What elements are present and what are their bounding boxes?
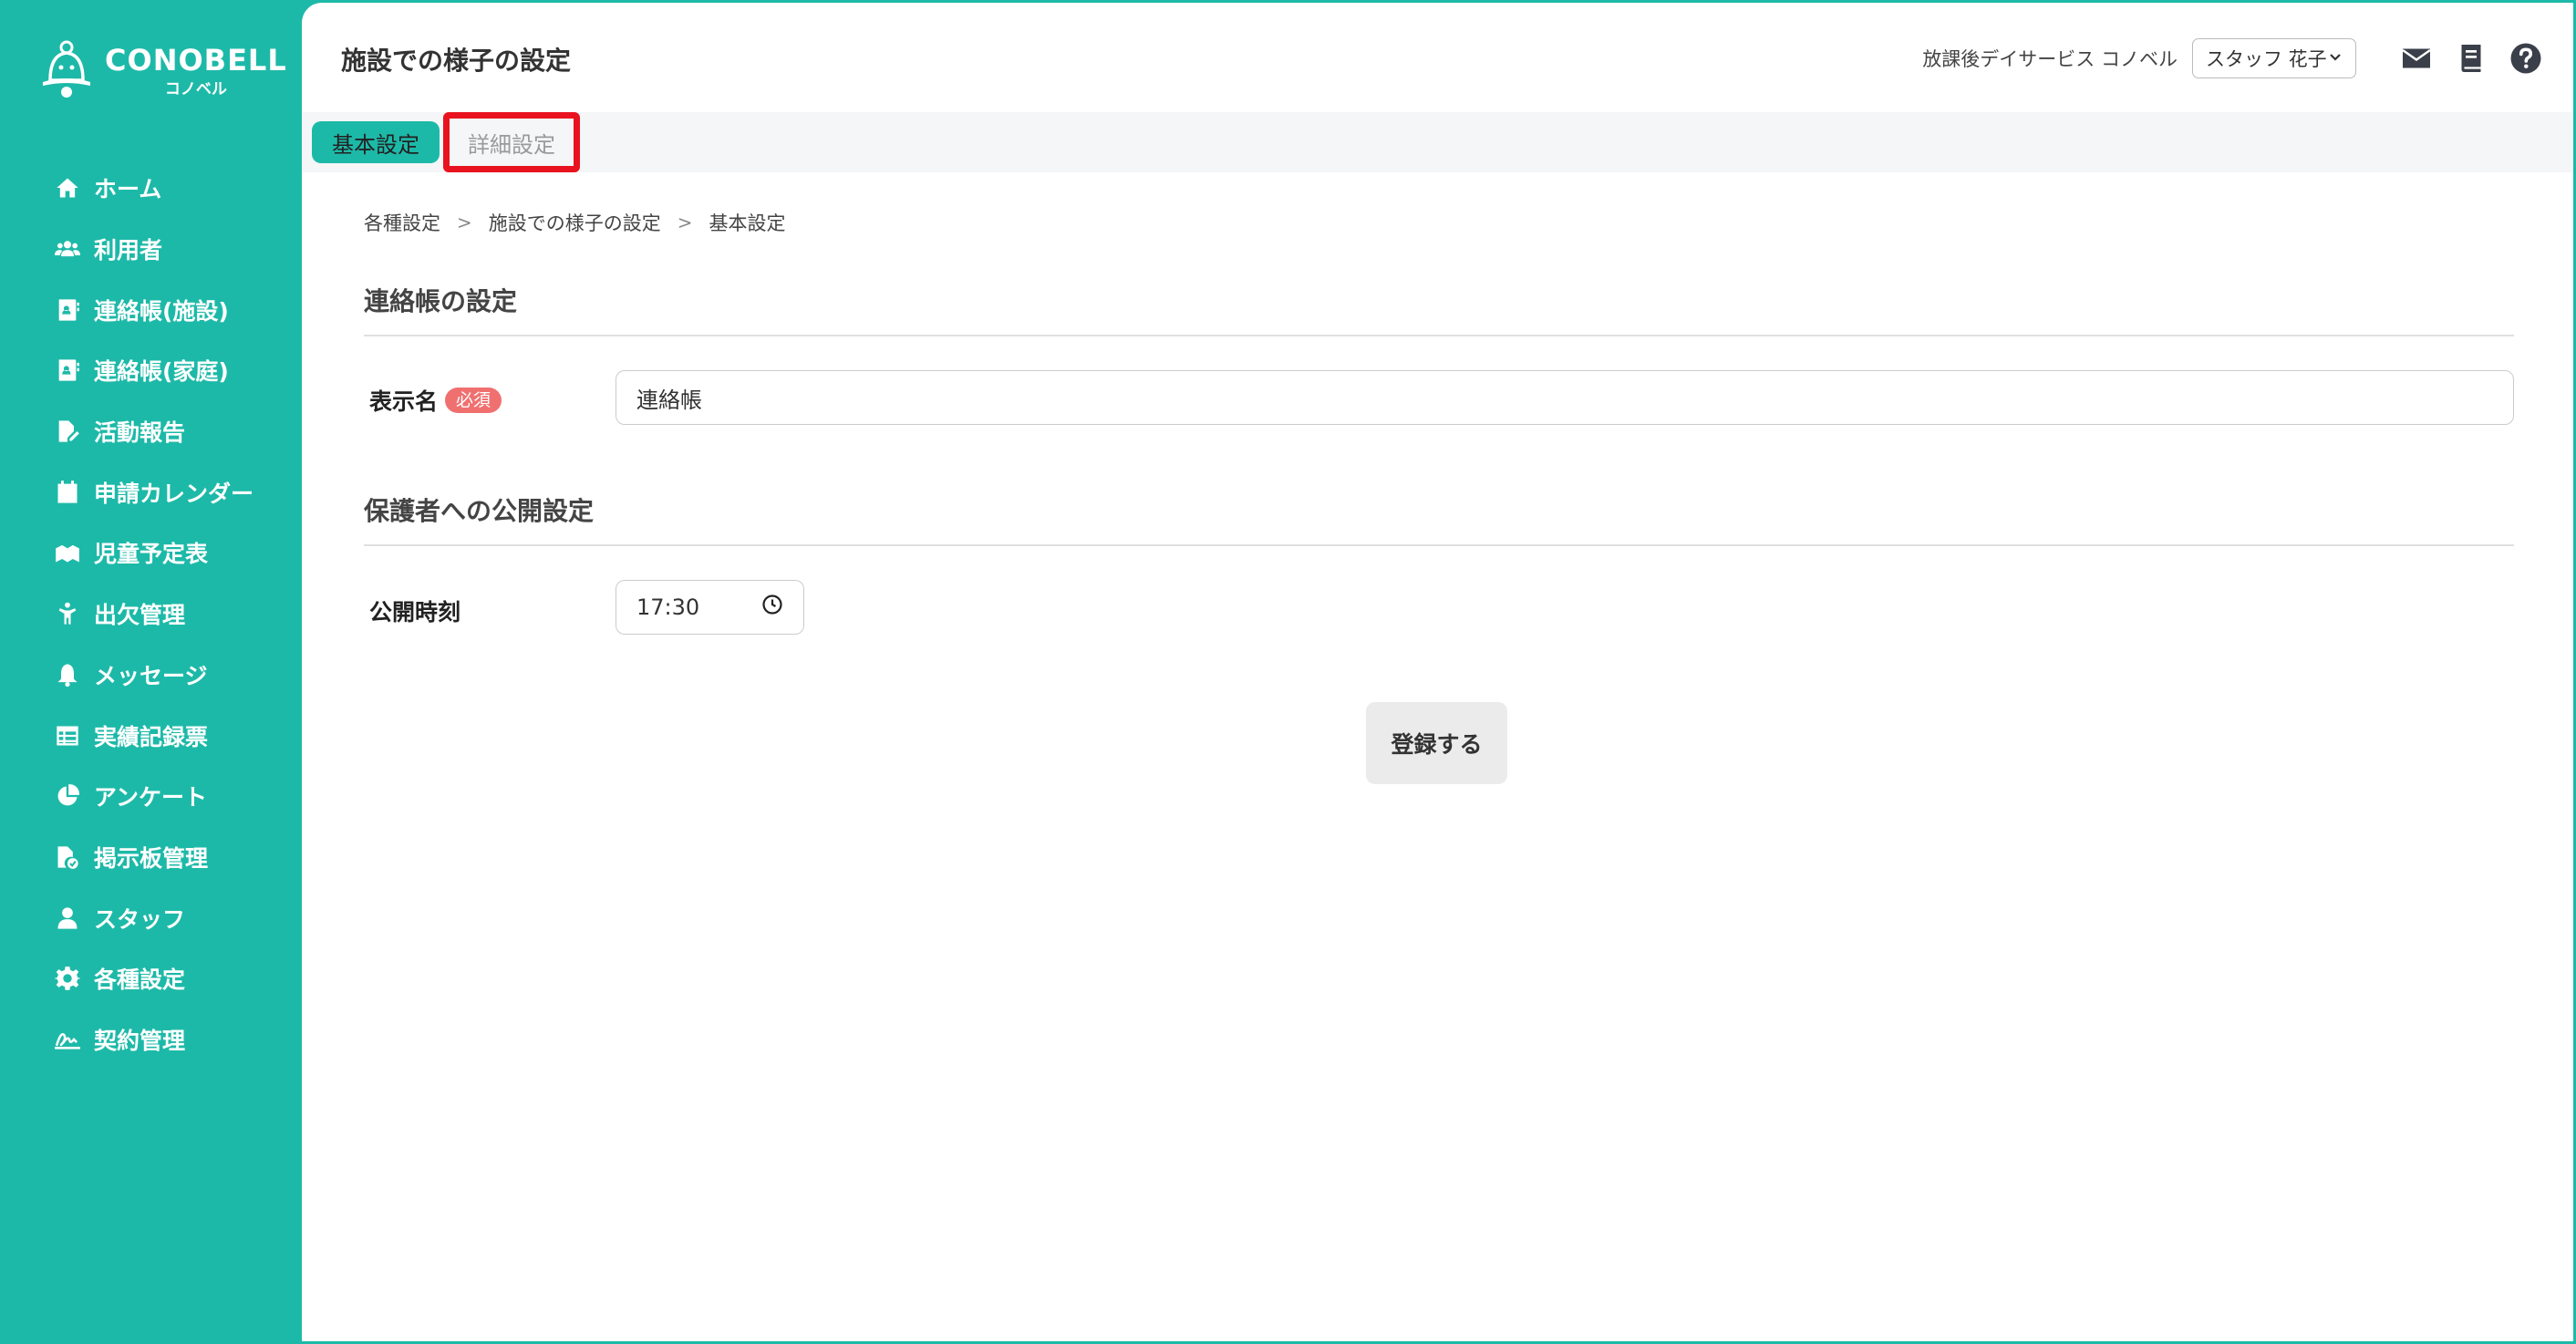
sidebar-item-settings[interactable]: 各種設定 — [3, 948, 300, 1009]
sidebar-item-attendance[interactable]: 出欠管理 — [3, 584, 300, 645]
sidebar-item-label: スタッフ — [94, 905, 186, 933]
contact-book-icon — [54, 357, 81, 384]
facility-name: 放課後デイサービス コノベル — [1922, 48, 2178, 70]
tab-basic-settings[interactable]: 基本設定 — [312, 121, 440, 163]
sidebar: CONOBELL コノベル ホーム 利用者 連絡帳(施設) 連絡帳(家庭) 活動… — [3, 3, 300, 1341]
help-icon[interactable] — [2508, 40, 2544, 77]
report-edit-icon — [54, 418, 81, 445]
user-select-value: スタッフ 花子 — [2206, 48, 2327, 70]
tab-detail-settings[interactable]: 詳細設定 — [448, 121, 575, 163]
sidebar-item-contact-home[interactable]: 連絡帳(家庭) — [3, 340, 300, 401]
sidebar-item-label: 利用者 — [94, 237, 163, 264]
staff-icon — [54, 905, 81, 932]
section-title-contact: 連絡帳の設定 — [364, 286, 518, 316]
sidebar-item-label: 出欠管理 — [94, 602, 186, 629]
header-right: 放課後デイサービス コノベル スタッフ 花子 — [1922, 36, 2544, 81]
users-icon — [54, 235, 81, 263]
main-content: 施設での様子の設定 放課後デイサービス コノベル スタッフ 花子 基本設定 詳細… — [302, 3, 2573, 1341]
breadcrumb: 各種設定 > 施設での様子の設定 > 基本設定 — [364, 209, 786, 236]
sidebar-nav: ホーム 利用者 連絡帳(施設) 連絡帳(家庭) 活動報告 申請カレンダー 児童予… — [3, 158, 300, 1070]
publish-time-label: 公開時刻 — [369, 594, 460, 627]
logo-text: CONOBELL — [105, 42, 287, 78]
sidebar-item-calendar[interactable]: 申請カレンダー — [3, 461, 300, 522]
sidebar-item-messages[interactable]: メッセージ — [3, 645, 300, 706]
section-divider — [364, 335, 2514, 336]
manual-book-icon[interactable] — [2453, 40, 2489, 77]
required-badge: 必須 — [445, 388, 502, 413]
sidebar-item-survey[interactable]: アンケート — [3, 766, 300, 827]
display-name-input-value: 連絡帳 — [636, 387, 702, 413]
calendar-icon — [54, 479, 81, 506]
contact-book-icon — [54, 296, 81, 324]
sidebar-item-performance-record[interactable]: 実績記録票 — [3, 705, 300, 766]
page-title: 施設での様子の設定 — [341, 46, 572, 76]
tab-bar: 基本設定 詳細設定 — [302, 112, 2573, 172]
pie-chart-icon — [54, 782, 81, 810]
sidebar-item-label: 各種設定 — [94, 967, 186, 994]
chevron-right-icon: > — [457, 212, 472, 233]
sidebar-item-label: 申請カレンダー — [94, 480, 254, 507]
publish-time-label-text: 公開時刻 — [369, 599, 461, 625]
sidebar-item-label: ホーム — [94, 176, 162, 203]
display-name-label: 表示名 必須 — [369, 384, 502, 417]
sidebar-item-label: 活動報告 — [94, 419, 186, 447]
sidebar-item-contracts[interactable]: 契約管理 — [3, 1009, 300, 1070]
logo[interactable]: CONOBELL コノベル — [39, 34, 286, 107]
display-name-input[interactable]: 連絡帳 — [616, 370, 2514, 425]
sidebar-item-label: 実績記録票 — [94, 723, 209, 750]
sidebar-item-staff[interactable]: スタッフ — [3, 887, 300, 948]
bell-icon — [54, 661, 81, 688]
breadcrumb-item[interactable]: 施設での様子の設定 — [489, 209, 661, 236]
section-title-publish: 保護者への公開設定 — [364, 496, 595, 526]
sidebar-item-users[interactable]: 利用者 — [3, 219, 300, 280]
sidebar-item-label: 連絡帳(施設) — [94, 297, 229, 325]
table-icon — [54, 722, 81, 750]
section-divider — [364, 544, 2514, 546]
schedule-icon — [54, 539, 81, 566]
attendance-icon — [54, 600, 81, 627]
mail-icon[interactable] — [2398, 40, 2435, 77]
sidebar-item-activity-report[interactable]: 活動報告 — [3, 401, 300, 462]
sidebar-item-home[interactable]: ホーム — [3, 158, 300, 219]
sidebar-item-contact-facility[interactable]: 連絡帳(施設) — [3, 279, 300, 340]
sidebar-item-child-schedule[interactable]: 児童予定表 — [3, 522, 300, 584]
user-select[interactable]: スタッフ 花子 — [2192, 38, 2356, 78]
display-name-label-text: 表示名 — [369, 388, 439, 415]
bell-logo-icon — [39, 40, 94, 100]
chevron-right-icon: > — [677, 212, 693, 233]
clock-icon[interactable] — [761, 594, 783, 621]
register-button[interactable]: 登録する — [1366, 702, 1507, 784]
sidebar-item-bulletin-board[interactable]: 掲示板管理 — [3, 827, 300, 888]
chevron-down-icon — [2328, 47, 2343, 69]
sidebar-item-label: メッセージ — [94, 662, 208, 689]
sidebar-item-label: 児童予定表 — [94, 541, 209, 568]
breadcrumb-item[interactable]: 各種設定 — [364, 209, 440, 236]
logo-subtext: コノベル — [164, 79, 227, 98]
breadcrumb-item: 基本設定 — [709, 212, 786, 234]
sidebar-item-label: 掲示板管理 — [94, 844, 209, 872]
sidebar-item-label: 契約管理 — [94, 1027, 186, 1054]
header: 施設での様子の設定 放課後デイサービス コノベル スタッフ 花子 — [302, 3, 2573, 112]
home-icon — [54, 174, 81, 202]
publish-time-value: 17:30 — [636, 594, 700, 620]
gear-icon — [54, 965, 81, 992]
sidebar-item-label: アンケート — [94, 784, 208, 812]
signature-icon — [54, 1026, 81, 1053]
publish-time-input[interactable]: 17:30 — [616, 580, 804, 635]
sidebar-item-label: 連絡帳(家庭) — [94, 358, 229, 386]
file-check-icon — [54, 843, 81, 871]
